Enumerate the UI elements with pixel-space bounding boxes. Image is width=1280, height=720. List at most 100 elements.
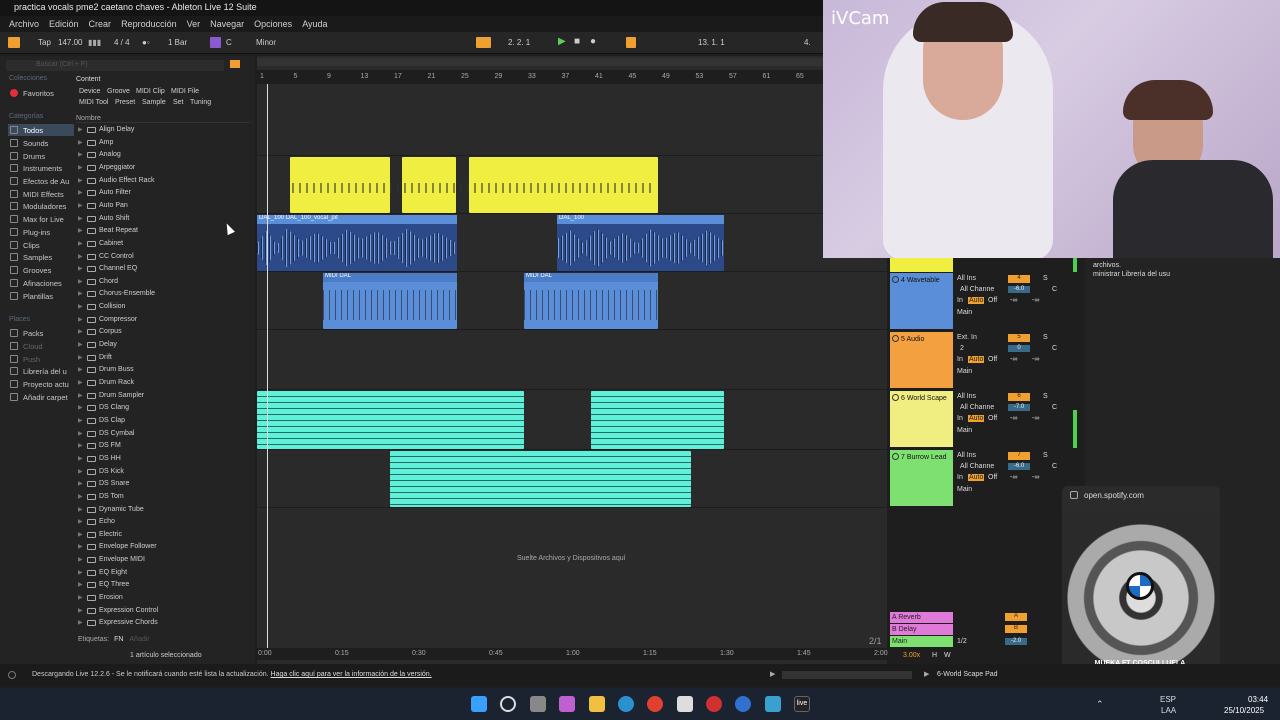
- play-icon[interactable]: ▶: [558, 36, 566, 47]
- expand-arrow-icon[interactable]: ▶: [78, 316, 83, 323]
- spotify-pip-window[interactable]: open.spotify.com MUEKA FT COSCULLUELA: [1062, 486, 1220, 686]
- browser-item[interactable]: ▶ Expressive Chords: [78, 617, 248, 629]
- tray-chevron-icon[interactable]: ⌃: [1096, 699, 1104, 710]
- time-ruler[interactable]: 0:00 0:15 0:30 0:45 1:00 1:15 1:30 1:45 2:00: [257, 648, 888, 660]
- sidebar-item-cloud[interactable]: Cloud: [8, 340, 74, 352]
- notepad-icon[interactable]: [765, 696, 781, 712]
- expand-arrow-icon[interactable]: ▶: [78, 189, 83, 196]
- track-fold-icon[interactable]: [892, 453, 899, 460]
- ableton-live-icon[interactable]: live: [794, 696, 810, 712]
- volume-field[interactable]: -6.0: [1008, 463, 1030, 470]
- sidebar-item-moduladores[interactable]: Moduladores: [8, 200, 74, 212]
- menu-ver[interactable]: Ver: [182, 16, 206, 32]
- browser-item[interactable]: ▶ Expression Control: [78, 605, 248, 617]
- expand-arrow-icon[interactable]: ▶: [78, 607, 83, 614]
- browser-item[interactable]: ▶ Electric: [78, 529, 248, 541]
- sidebar-item-current-project[interactable]: Proyecto actu: [8, 378, 74, 390]
- main-track[interactable]: Main: [890, 636, 953, 647]
- monitor-auto-button[interactable]: Auto: [968, 415, 985, 422]
- volume-field[interactable]: -7.0: [1008, 404, 1030, 411]
- app-icon[interactable]: [706, 696, 722, 712]
- file-explorer-icon[interactable]: [589, 696, 605, 712]
- expand-arrow-icon[interactable]: ▶: [78, 556, 83, 563]
- input-channel-select[interactable]: All Channe: [960, 404, 994, 411]
- menu-reproduccion[interactable]: Reproducción: [116, 16, 182, 32]
- return-b-button[interactable]: B: [1005, 625, 1027, 633]
- expand-arrow-icon[interactable]: ▶: [78, 328, 83, 335]
- clock-date[interactable]: 25/10/2025: [1224, 706, 1264, 715]
- record-icon[interactable]: ●: [590, 36, 596, 47]
- clock-time[interactable]: 03:44: [1248, 695, 1268, 704]
- metronome-icon[interactable]: ▮▮▮: [88, 38, 101, 47]
- label-add[interactable]: Añadir: [129, 636, 149, 643]
- browser-item[interactable]: ▶ Drift: [78, 352, 248, 364]
- monitor-auto-button[interactable]: Auto: [968, 356, 985, 363]
- tag-groove[interactable]: Groove: [107, 88, 130, 95]
- audio-clip[interactable]: DAL_100: [557, 215, 724, 271]
- start-icon[interactable]: [471, 696, 487, 712]
- stop-icon[interactable]: ■: [574, 36, 580, 47]
- sidebar-item-plugins[interactable]: Plug-ins: [8, 226, 74, 238]
- sidebar-item-instruments[interactable]: Instruments: [8, 162, 74, 174]
- menu-navegar[interactable]: Navegar: [205, 16, 249, 32]
- browser-item[interactable]: ▶ Corpus: [78, 326, 248, 338]
- expand-arrow-icon[interactable]: ▶: [78, 202, 83, 209]
- input-type-select[interactable]: All Ins: [957, 275, 976, 282]
- chrome-icon[interactable]: [647, 696, 663, 712]
- browser-item[interactable]: ▶ Dynamic Tube: [78, 504, 248, 516]
- solo-button[interactable]: S: [1043, 275, 1048, 282]
- song-position[interactable]: 2. 2. 1: [508, 38, 530, 47]
- audio-clip[interactable]: DAL_100 DAL_100_vocal_pit: [257, 215, 457, 271]
- browser-item[interactable]: ▶ EQ Eight: [78, 567, 248, 579]
- tag-midi-tool[interactable]: MIDI Tool: [79, 99, 108, 106]
- expand-arrow-icon[interactable]: ▶: [78, 253, 83, 260]
- browser-item[interactable]: ▶ Echo: [78, 516, 248, 528]
- expand-arrow-icon[interactable]: ▶: [78, 404, 83, 411]
- menu-opciones[interactable]: Opciones: [249, 16, 297, 32]
- track-activator[interactable]: 7: [1008, 452, 1030, 460]
- expand-arrow-icon[interactable]: ▶: [78, 341, 83, 348]
- expand-arrow-icon[interactable]: ▶: [78, 468, 83, 475]
- task-view-icon[interactable]: [530, 696, 546, 712]
- menu-ayuda[interactable]: Ayuda: [297, 16, 332, 32]
- expand-arrow-icon[interactable]: ▶: [78, 139, 83, 146]
- browser-item[interactable]: ▶ Align Delay: [78, 124, 248, 136]
- main-volume[interactable]: -2.0: [1005, 638, 1027, 645]
- output-select[interactable]: Main: [957, 486, 972, 493]
- solo-button[interactable]: S: [1043, 334, 1048, 341]
- sidebar-item-push[interactable]: Push: [8, 353, 74, 365]
- midi-clip[interactable]: [390, 451, 691, 507]
- pan-field[interactable]: C: [1052, 404, 1057, 411]
- store-icon[interactable]: [677, 696, 693, 712]
- record-quant-icon[interactable]: ●◦: [142, 38, 150, 47]
- expand-arrow-icon[interactable]: ▶: [78, 240, 83, 247]
- time-signature[interactable]: 4 / 4: [114, 38, 130, 47]
- midi-clip[interactable]: MIDI DAL: [323, 273, 457, 329]
- sidebar-item-favoritos[interactable]: Favoritos: [8, 87, 74, 99]
- return-track-b[interactable]: B Delay: [890, 624, 953, 635]
- input-region[interactable]: LAA: [1161, 706, 1176, 715]
- return-a-button[interactable]: A: [1005, 613, 1027, 621]
- browser-item[interactable]: ▶ Drum Sampler: [78, 390, 248, 402]
- browser-item[interactable]: ▶ Envelope Follower: [78, 541, 248, 553]
- expand-arrow-icon[interactable]: ▶: [78, 265, 83, 272]
- expand-arrow-icon[interactable]: ▶: [78, 493, 83, 500]
- browser-item[interactable]: ▶ DS HH: [78, 453, 248, 465]
- track-header[interactable]: 7 Burrow Lead: [890, 450, 953, 506]
- expand-arrow-icon[interactable]: ▶: [78, 164, 83, 171]
- expand-arrow-icon[interactable]: ▶: [78, 215, 83, 222]
- send-b-field[interactable]: -∞: [1032, 356, 1039, 363]
- track-header-partial[interactable]: [890, 258, 953, 272]
- volume-field[interactable]: 0: [1008, 345, 1030, 352]
- menu-archivo[interactable]: Archivo: [4, 16, 44, 32]
- browser-item[interactable]: ▶ EQ Three: [78, 579, 248, 591]
- sidebar-item-packs[interactable]: Packs: [8, 327, 74, 339]
- zoom-value[interactable]: 3.00x: [903, 652, 920, 659]
- browser-item[interactable]: ▶ Delay: [78, 339, 248, 351]
- sidebar-item-add-folder[interactable]: Añadir carpet: [8, 391, 74, 403]
- output-select[interactable]: Main: [957, 309, 972, 316]
- expand-arrow-icon[interactable]: ▶: [78, 430, 83, 437]
- browser-item[interactable]: ▶ Chord: [78, 276, 248, 288]
- expand-arrow-icon[interactable]: ▶: [78, 480, 83, 487]
- tag-set[interactable]: Set: [173, 99, 184, 106]
